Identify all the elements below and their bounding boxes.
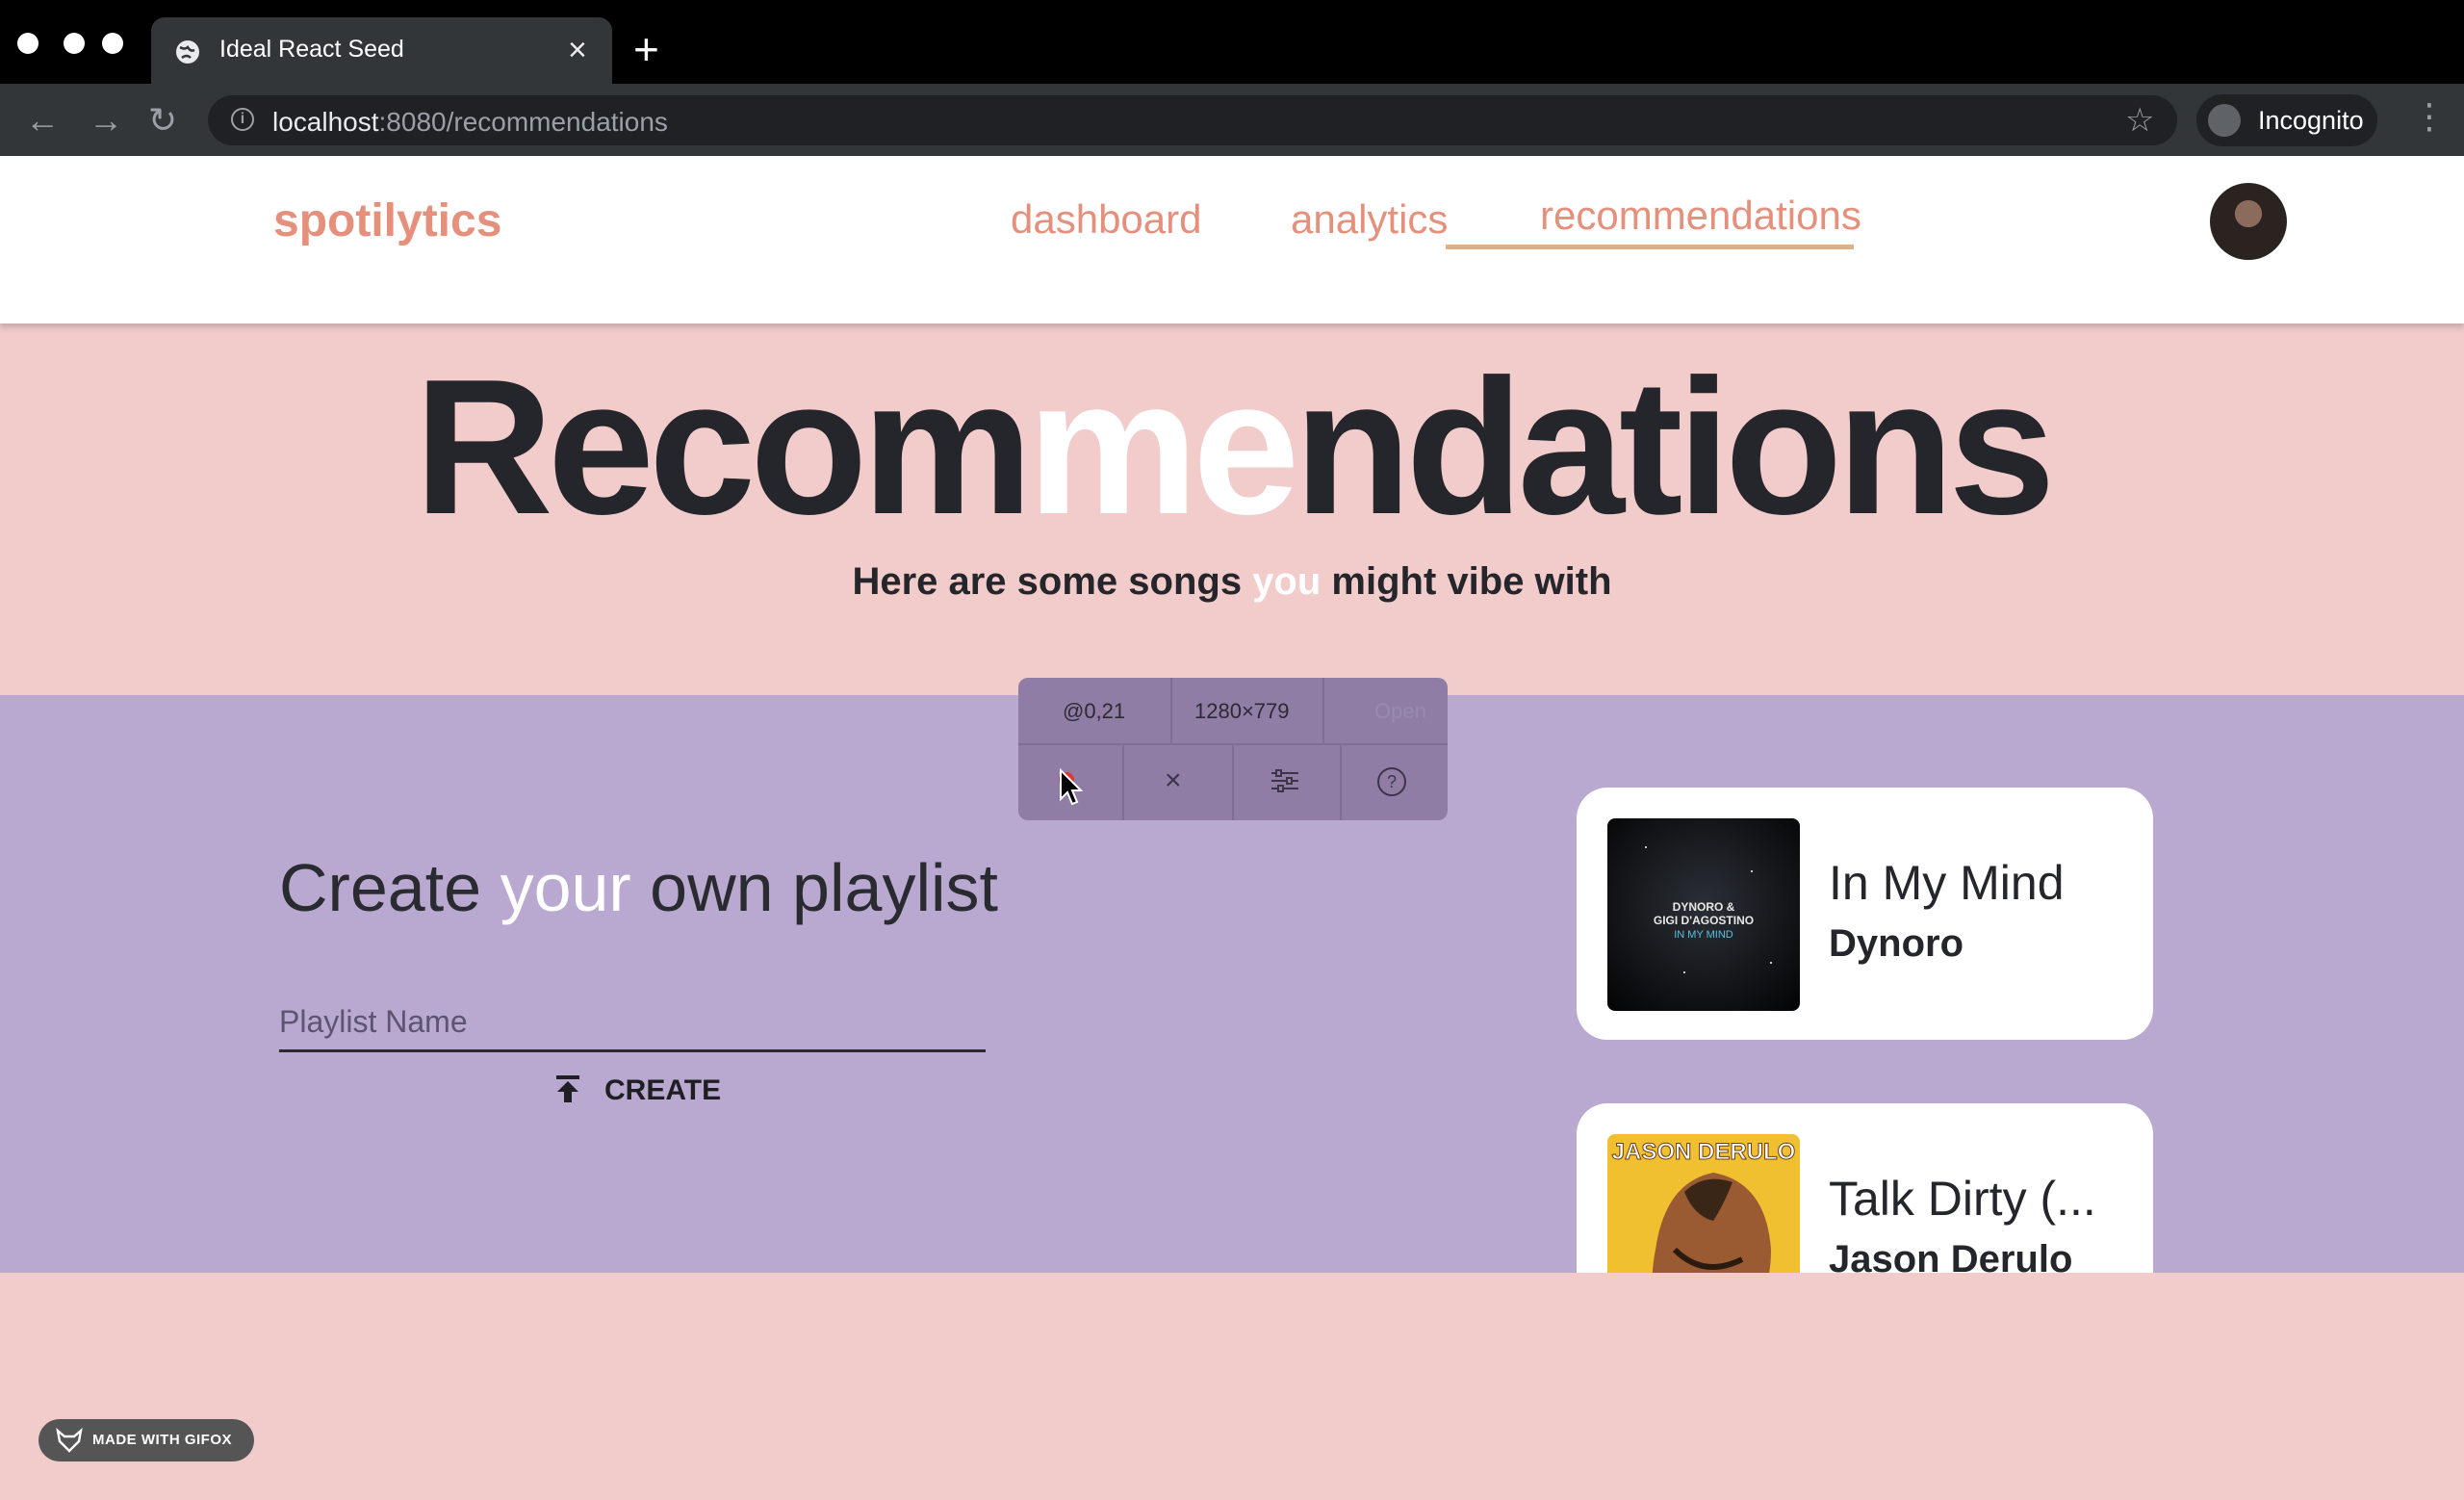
song-artist: Jason Derulo: [1829, 1238, 2073, 1273]
divider: [1322, 678, 1324, 743]
incognito-icon: [2208, 104, 2241, 137]
divider: [1122, 745, 1124, 820]
song-card[interactable]: DYNORO & GIGI D'AGOSTINO IN MY MIND In M…: [1577, 788, 2153, 1040]
zoom-window-dot[interactable]: [102, 33, 123, 54]
close-window-dot[interactable]: [17, 33, 38, 54]
gifox-watermark: MADE WITH GIFOX: [38, 1419, 254, 1461]
globe-icon: [176, 40, 199, 64]
help-icon[interactable]: ?: [1376, 766, 1407, 803]
fox-icon: [56, 1428, 83, 1453]
nav-dashboard[interactable]: dashboard: [1011, 196, 1202, 243]
song-artist: Dynoro: [1829, 922, 1964, 965]
incognito-label: Incognito: [2258, 106, 2364, 135]
create-playlist-button[interactable]: CREATE: [554, 1069, 721, 1117]
brand-logo[interactable]: spotilytics: [273, 194, 501, 247]
page-subtitle: Here are some songs you might vibe with: [852, 560, 1612, 603]
nav-analytics[interactable]: analytics: [1291, 196, 1448, 243]
minimize-window-dot[interactable]: [64, 33, 85, 54]
svg-text:JASON DERULO: JASON DERULO: [1612, 1139, 1796, 1165]
nav-recommendations[interactable]: recommendations: [1540, 193, 1861, 239]
create-button-label: CREATE: [604, 1074, 722, 1106]
song-title: In My Mind: [1829, 856, 2065, 910]
cancel-capture-icon[interactable]: ×: [1165, 766, 1182, 795]
svg-text:GIGI D'AGOSTINO: GIGI D'AGOSTINO: [1654, 914, 1754, 927]
divider: [1170, 678, 1172, 743]
song-card[interactable]: JASON DERULO Talk Dirty (... Jason Derul…: [1577, 1103, 2153, 1273]
browser-tab-bar: Ideal React Seed × +: [0, 0, 2464, 84]
bookmark-star-icon[interactable]: ☆: [2125, 101, 2154, 140]
album-cover-talk-dirty: JASON DERULO: [1607, 1134, 1800, 1273]
new-tab-icon[interactable]: +: [633, 25, 659, 73]
page-title: Recommendations: [414, 340, 2055, 555]
url-text[interactable]: localhost:8080/recommendations: [272, 107, 668, 138]
browser-toolbar: ← → ↻ i localhost:8080/recommendations ☆…: [0, 84, 2464, 156]
svg-text:IN MY MIND: IN MY MIND: [1674, 929, 1733, 941]
mouse-cursor-icon: [1060, 768, 1084, 806]
active-nav-underline: [1446, 245, 1854, 249]
song-title: Talk Dirty (...: [1829, 1172, 2096, 1226]
capture-open[interactable]: Open: [1374, 699, 1426, 724]
svg-text:DYNORO &: DYNORO &: [1673, 900, 1735, 914]
gifox-label: MADE WITH GIFOX: [92, 1432, 232, 1448]
browser-menu-icon[interactable]: ⋮: [2412, 97, 2447, 136]
album-cover-in-my-mind: DYNORO & GIGI D'AGOSTINO IN MY MIND: [1607, 818, 1800, 1011]
forward-icon[interactable]: →: [89, 101, 123, 140]
back-icon[interactable]: ←: [25, 101, 60, 140]
reload-icon[interactable]: ↻: [148, 101, 177, 140]
capture-size: 1280×779: [1194, 699, 1290, 723]
user-avatar[interactable]: [2210, 183, 2287, 260]
divider: [1340, 745, 1342, 820]
upload-icon: [556, 1075, 579, 1102]
create-playlist-title: Create your own playlist: [279, 850, 999, 925]
settings-sliders-icon[interactable]: [1269, 766, 1301, 801]
browser-tab[interactable]: Ideal React Seed ×: [151, 17, 612, 84]
address-bar[interactable]: i localhost:8080/recommendations ☆: [208, 95, 2177, 145]
info-icon[interactable]: i: [231, 108, 254, 131]
capture-position: @0,21: [1063, 699, 1126, 723]
playlist-name-input[interactable]: [279, 994, 986, 1052]
app-header: spotilytics dashboard analytics recommen…: [0, 156, 2464, 323]
close-tab-icon[interactable]: ×: [568, 31, 587, 69]
incognito-badge[interactable]: Incognito: [2196, 94, 2377, 146]
tab-title: Ideal React Seed: [219, 36, 404, 63]
svg-text:?: ?: [1387, 772, 1397, 791]
divider: [1232, 745, 1234, 820]
